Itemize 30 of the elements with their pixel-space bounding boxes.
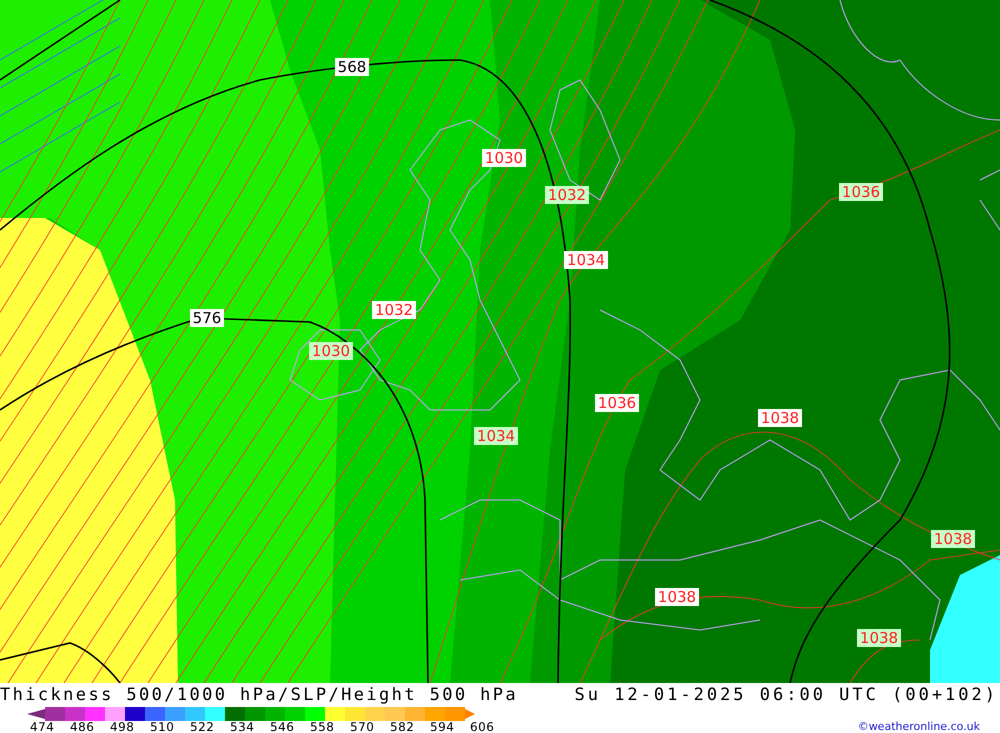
valid-time: Su 12-01-2025 06:00 UTC (00+102) — [574, 685, 998, 705]
isobar-label: 1038 — [931, 530, 975, 548]
scale-label: 474 — [30, 721, 56, 733]
isobar-label: 1038 — [857, 629, 901, 647]
scale-label: 594 — [430, 721, 456, 733]
isobar-label: 1036 — [595, 394, 639, 412]
scale-end-arrow-icon — [465, 709, 475, 719]
chart-title: Thickness 500/1000 hPa/SLP/Height 500 hPa — [0, 685, 518, 705]
credit-text: ©weatheronline.co.uk — [858, 721, 980, 733]
isobar-label: 1032 — [372, 301, 416, 319]
isobar-label: 1034 — [474, 427, 518, 445]
isobar-label: 1038 — [758, 409, 802, 427]
scale-label: 546 — [270, 721, 296, 733]
scale-label: 570 — [350, 721, 376, 733]
scale-label: 510 — [150, 721, 176, 733]
isobar-label: 1036 — [839, 183, 883, 201]
scale-label: 522 — [190, 721, 216, 733]
scale-label: 606 — [470, 721, 496, 733]
thickness-label: 576 — [190, 309, 224, 327]
isobar-label: 1034 — [564, 251, 608, 269]
isobar-label: 1032 — [545, 186, 589, 204]
scale-label: 582 — [390, 721, 416, 733]
scale-label: 558 — [310, 721, 336, 733]
isobar-label: 1030 — [482, 149, 526, 167]
scale-label: 486 — [70, 721, 96, 733]
isobar-label: 1030 — [309, 342, 353, 360]
scale-label: 534 — [230, 721, 256, 733]
thickness-label: 568 — [335, 58, 369, 76]
scale-label: 498 — [110, 721, 136, 733]
isobar-label: 1038 — [655, 588, 699, 606]
